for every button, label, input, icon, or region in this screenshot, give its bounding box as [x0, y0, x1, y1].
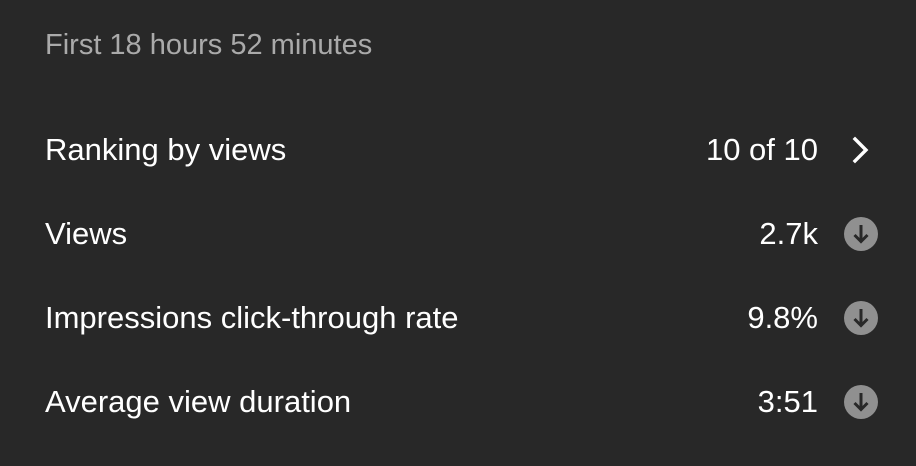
metric-value-ranking: 10 of 10	[705, 132, 818, 167]
arrow-down-circle-icon	[844, 217, 878, 251]
ranking-row[interactable]: Ranking by views 10 of 10	[45, 124, 878, 176]
metric-value-views: 2.7k	[759, 216, 818, 251]
metric-value-ctr: 9.8%	[747, 300, 818, 335]
avd-row: Average view duration 3:51	[45, 376, 878, 428]
chevron-right-icon[interactable]	[844, 133, 878, 167]
period-label: First 18 hours 52 minutes	[45, 29, 373, 61]
metric-label-ranking: Ranking by views	[45, 132, 287, 167]
realtime-stats-card: First 18 hours 52 minutes Ranking by vie…	[0, 0, 916, 466]
metric-value-avd: 3:51	[757, 384, 818, 419]
ctr-row: Impressions click-through rate 9.8%	[45, 292, 878, 344]
arrow-down-circle-icon	[844, 385, 878, 419]
views-row: Views 2.7k	[45, 208, 878, 260]
arrow-down-circle-icon	[844, 301, 878, 335]
metric-label-avd: Average view duration	[45, 384, 352, 419]
metric-label-views: Views	[45, 216, 128, 251]
metric-label-ctr: Impressions click-through rate	[45, 300, 459, 335]
